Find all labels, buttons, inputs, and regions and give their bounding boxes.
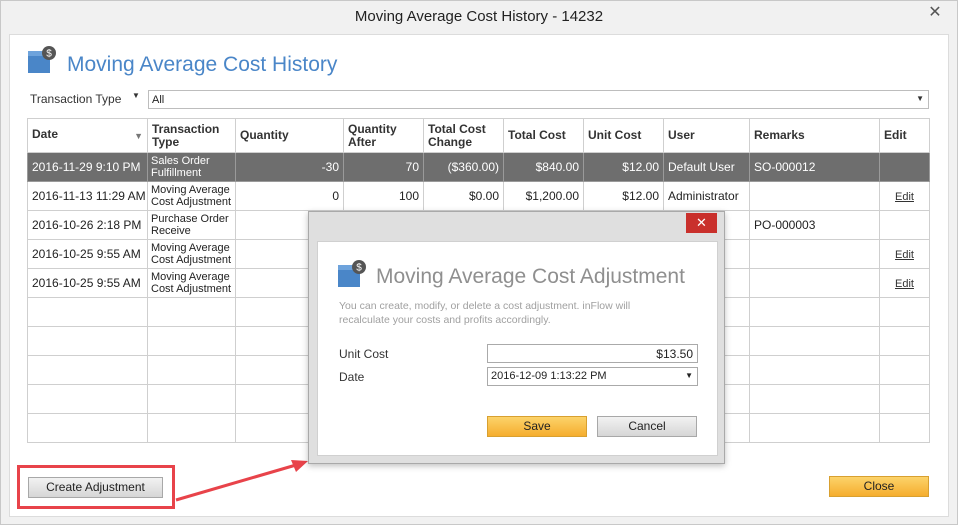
cell-edit: Edit xyxy=(879,239,930,269)
dialog-title: Moving Average Cost Adjustment xyxy=(376,265,685,288)
cell-edit xyxy=(879,152,930,182)
cell-edit xyxy=(879,210,930,240)
cell-edit: Edit xyxy=(879,268,930,298)
cell-total-cost: $1,200.00 xyxy=(503,181,584,211)
cell-type: Sales Order Fulfillment xyxy=(147,152,236,182)
inventory-box-dollar-icon: $ xyxy=(28,46,56,73)
chevron-down-icon: ▼ xyxy=(685,371,693,380)
column-header[interactable]: Quantity After xyxy=(343,118,424,153)
create-adjustment-button[interactable]: Create Adjustment xyxy=(28,477,163,498)
edit-link[interactable]: Edit xyxy=(895,191,914,203)
cell-quantity: -30 xyxy=(235,152,344,182)
column-header[interactable]: Quantity xyxy=(235,118,344,153)
cell-quantity-after: 70 xyxy=(343,152,424,182)
cell-user: Administrator xyxy=(663,181,750,211)
cell-type: Moving Average Cost Adjustment xyxy=(147,239,236,269)
save-button[interactable]: Save xyxy=(487,416,587,437)
edit-link[interactable]: Edit xyxy=(895,278,914,290)
column-header[interactable]: Edit xyxy=(879,118,930,153)
svg-text:$: $ xyxy=(356,263,362,274)
filter-caret-icon[interactable]: ▼ xyxy=(132,91,140,100)
unit-cost-input[interactable]: $13.50 xyxy=(487,344,698,363)
cell-remarks xyxy=(749,268,880,298)
cell-user: Default User xyxy=(663,152,750,182)
table-row[interactable]: 2016-11-29 9:10 PM Sales Order Fulfillme… xyxy=(27,152,930,182)
adjustment-dialog: ✕ $ Moving Average Cost Adjustment You c… xyxy=(308,211,725,464)
column-header[interactable]: Total Cost xyxy=(503,118,584,153)
sort-desc-icon: ▼ xyxy=(134,131,143,141)
unit-cost-label: Unit Cost xyxy=(339,347,389,361)
table-row[interactable]: 2016-11-13 11:29 AM Moving Average Cost … xyxy=(27,181,930,211)
transaction-type-value: All xyxy=(152,94,165,106)
svg-text:$: $ xyxy=(46,49,52,60)
cancel-button[interactable]: Cancel xyxy=(597,416,697,437)
column-header[interactable]: Unit Cost xyxy=(583,118,664,153)
date-label: Date xyxy=(339,370,365,384)
cell-total-cost: $840.00 xyxy=(503,152,584,182)
transaction-type-label: Transaction Type xyxy=(30,92,122,106)
cell-remarks: PO-000003 xyxy=(749,210,880,240)
cell-remarks xyxy=(749,239,880,269)
cell-date: 2016-11-13 11:29 AM xyxy=(27,181,148,211)
table-header-row: Date ▼ Transaction Type Quantity Quantity… xyxy=(27,118,930,153)
edit-link[interactable]: Edit xyxy=(895,249,914,261)
window-titlebar: Moving Average Cost History - 14232 ✕ xyxy=(1,1,957,33)
cell-quantity: 0 xyxy=(235,181,344,211)
column-header[interactable]: Total Cost Change xyxy=(423,118,504,153)
cell-unit-cost: $12.00 xyxy=(583,152,664,182)
cell-total-cost-change: ($360.00) xyxy=(423,152,504,182)
date-value: 2016-12-09 1:13:22 PM xyxy=(491,370,607,382)
cell-edit: Edit xyxy=(879,181,930,211)
cell-date: 2016-10-25 9:55 AM xyxy=(27,239,148,269)
column-header[interactable]: Date ▼ xyxy=(27,118,148,153)
cell-date: 2016-10-26 2:18 PM xyxy=(27,210,148,240)
date-picker[interactable]: 2016-12-09 1:13:22 PM ▼ xyxy=(487,367,698,386)
cell-type: Purchase Order Receive xyxy=(147,210,236,240)
window-title: Moving Average Cost History - 14232 xyxy=(354,8,604,25)
close-button[interactable]: Close xyxy=(829,476,929,497)
cell-unit-cost: $12.00 xyxy=(583,181,664,211)
cell-remarks xyxy=(749,181,880,211)
column-header[interactable]: Remarks xyxy=(749,118,880,153)
column-header[interactable]: Transaction Type xyxy=(147,118,236,153)
cell-remarks: SO-000012 xyxy=(749,152,880,182)
dialog-description: You can create, modify, or delete a cost… xyxy=(339,300,631,326)
cell-type: Moving Average Cost Adjustment xyxy=(147,181,236,211)
page-title: Moving Average Cost History xyxy=(67,53,338,76)
window-close-button[interactable]: ✕ xyxy=(921,4,949,24)
chevron-down-icon: ▼ xyxy=(916,94,924,103)
transaction-type-select[interactable]: All ▼ xyxy=(148,90,929,109)
cell-date: 2016-11-29 9:10 PM xyxy=(27,152,148,182)
cell-total-cost-change: $0.00 xyxy=(423,181,504,211)
column-header[interactable]: User xyxy=(663,118,750,153)
cell-type: Moving Average Cost Adjustment xyxy=(147,268,236,298)
inventory-box-dollar-icon: $ xyxy=(338,260,366,287)
dialog-close-button[interactable]: ✕ xyxy=(686,213,717,233)
cell-date: 2016-10-25 9:55 AM xyxy=(27,268,148,298)
cell-quantity-after: 100 xyxy=(343,181,424,211)
